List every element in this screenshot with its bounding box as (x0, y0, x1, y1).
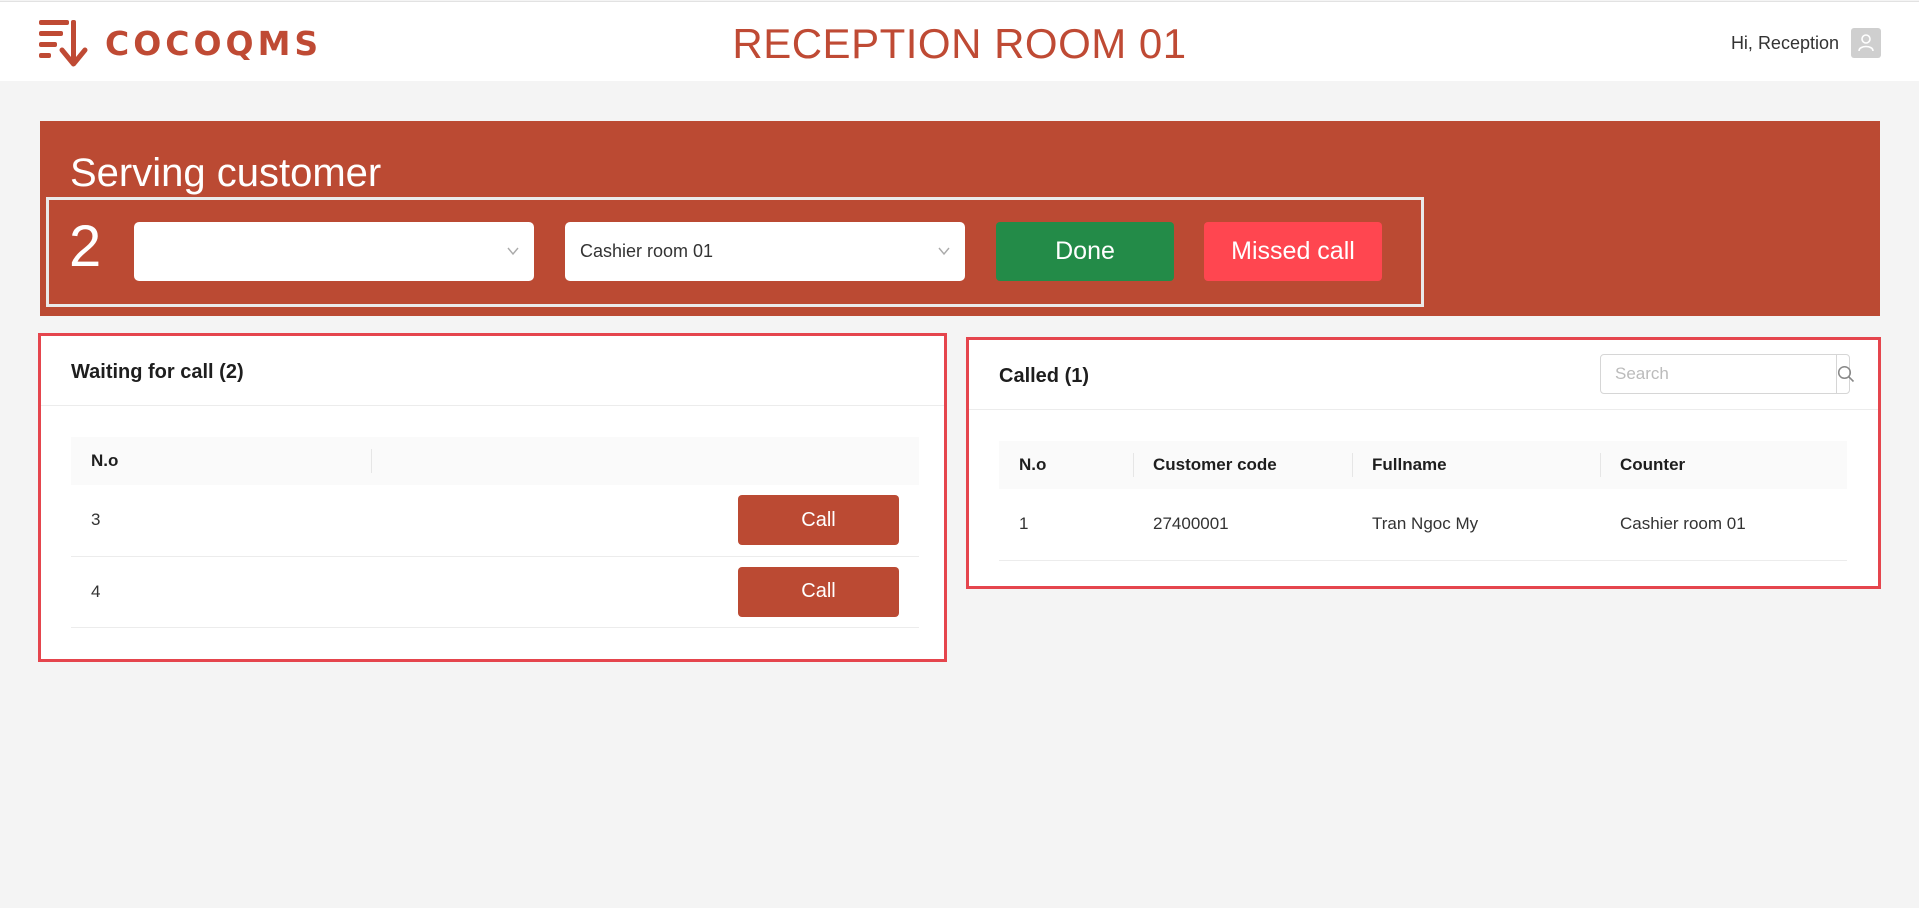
serving-title: Serving customer (70, 151, 382, 195)
waiting-table: N.o 3 Call 4 Call (71, 437, 919, 628)
top-header: COCOQMS RECEPTION ROOM 01 Hi, Reception (0, 1, 1919, 81)
call-button[interactable]: Call (738, 566, 899, 617)
table-row: 1 27400001 Tran Ngoc My Cashier room 01 (999, 489, 1847, 561)
column-header-no: N.o (71, 437, 371, 485)
counter-select-value: Cashier room 01 (580, 241, 714, 261)
row-fullname: Tran Ngoc My (1352, 489, 1600, 561)
called-card-header: Called (1) (969, 340, 1878, 410)
column-header-counter: Counter (1600, 441, 1847, 489)
row-counter: Cashier room 01 (1600, 489, 1847, 561)
user-greeting: Hi, Reception (1730, 32, 1839, 53)
column-header-no: N.o (999, 441, 1133, 489)
user-menu[interactable]: Hi, Reception (1731, 28, 1881, 58)
row-customer-code: 27400001 (1133, 489, 1352, 561)
service-select[interactable] (134, 222, 534, 281)
column-header-action (371, 437, 919, 485)
called-card: Called (1) N.o Customer code Fullname Co… (966, 337, 1881, 589)
waiting-card: Waiting for call (2) N.o 3 Call 4 Call (38, 333, 947, 662)
waiting-title: Waiting for call (2) (71, 361, 244, 383)
counter-select[interactable]: Cashier room 01 (565, 222, 965, 281)
called-table: N.o Customer code Fullname Counter 1 274… (999, 441, 1847, 561)
called-title: Called (1) (999, 365, 1090, 387)
search-box (1600, 354, 1855, 394)
done-button[interactable]: Done (996, 222, 1174, 281)
search-button[interactable] (1837, 355, 1855, 393)
column-header-customer-code: Customer code (1133, 441, 1352, 489)
search-input[interactable] (1601, 355, 1837, 393)
serving-number: 2 (69, 214, 102, 279)
user-icon (1858, 34, 1874, 52)
row-no: 3 (71, 485, 371, 557)
waiting-card-header: Waiting for call (2) (41, 336, 944, 406)
missed-call-button[interactable]: Missed call (1204, 222, 1382, 281)
page-title: RECEPTION ROOM 01 (732, 20, 1187, 67)
call-button[interactable]: Call (738, 495, 899, 546)
column-header-fullname: Fullname (1352, 441, 1600, 489)
row-no: 4 (71, 556, 371, 628)
table-row: 3 Call (71, 485, 919, 557)
row-no: 1 (999, 489, 1133, 561)
serving-banner: Serving customer 2 Cashier room 01 Done … (40, 121, 1880, 316)
chevron-down-icon (507, 247, 519, 256)
search-icon (1837, 365, 1855, 383)
chevron-down-icon (938, 247, 950, 256)
avatar[interactable] (1851, 28, 1881, 58)
serving-controls: 2 Cashier room 01 Done Missed call (46, 197, 1424, 307)
table-row: 4 Call (71, 556, 919, 628)
